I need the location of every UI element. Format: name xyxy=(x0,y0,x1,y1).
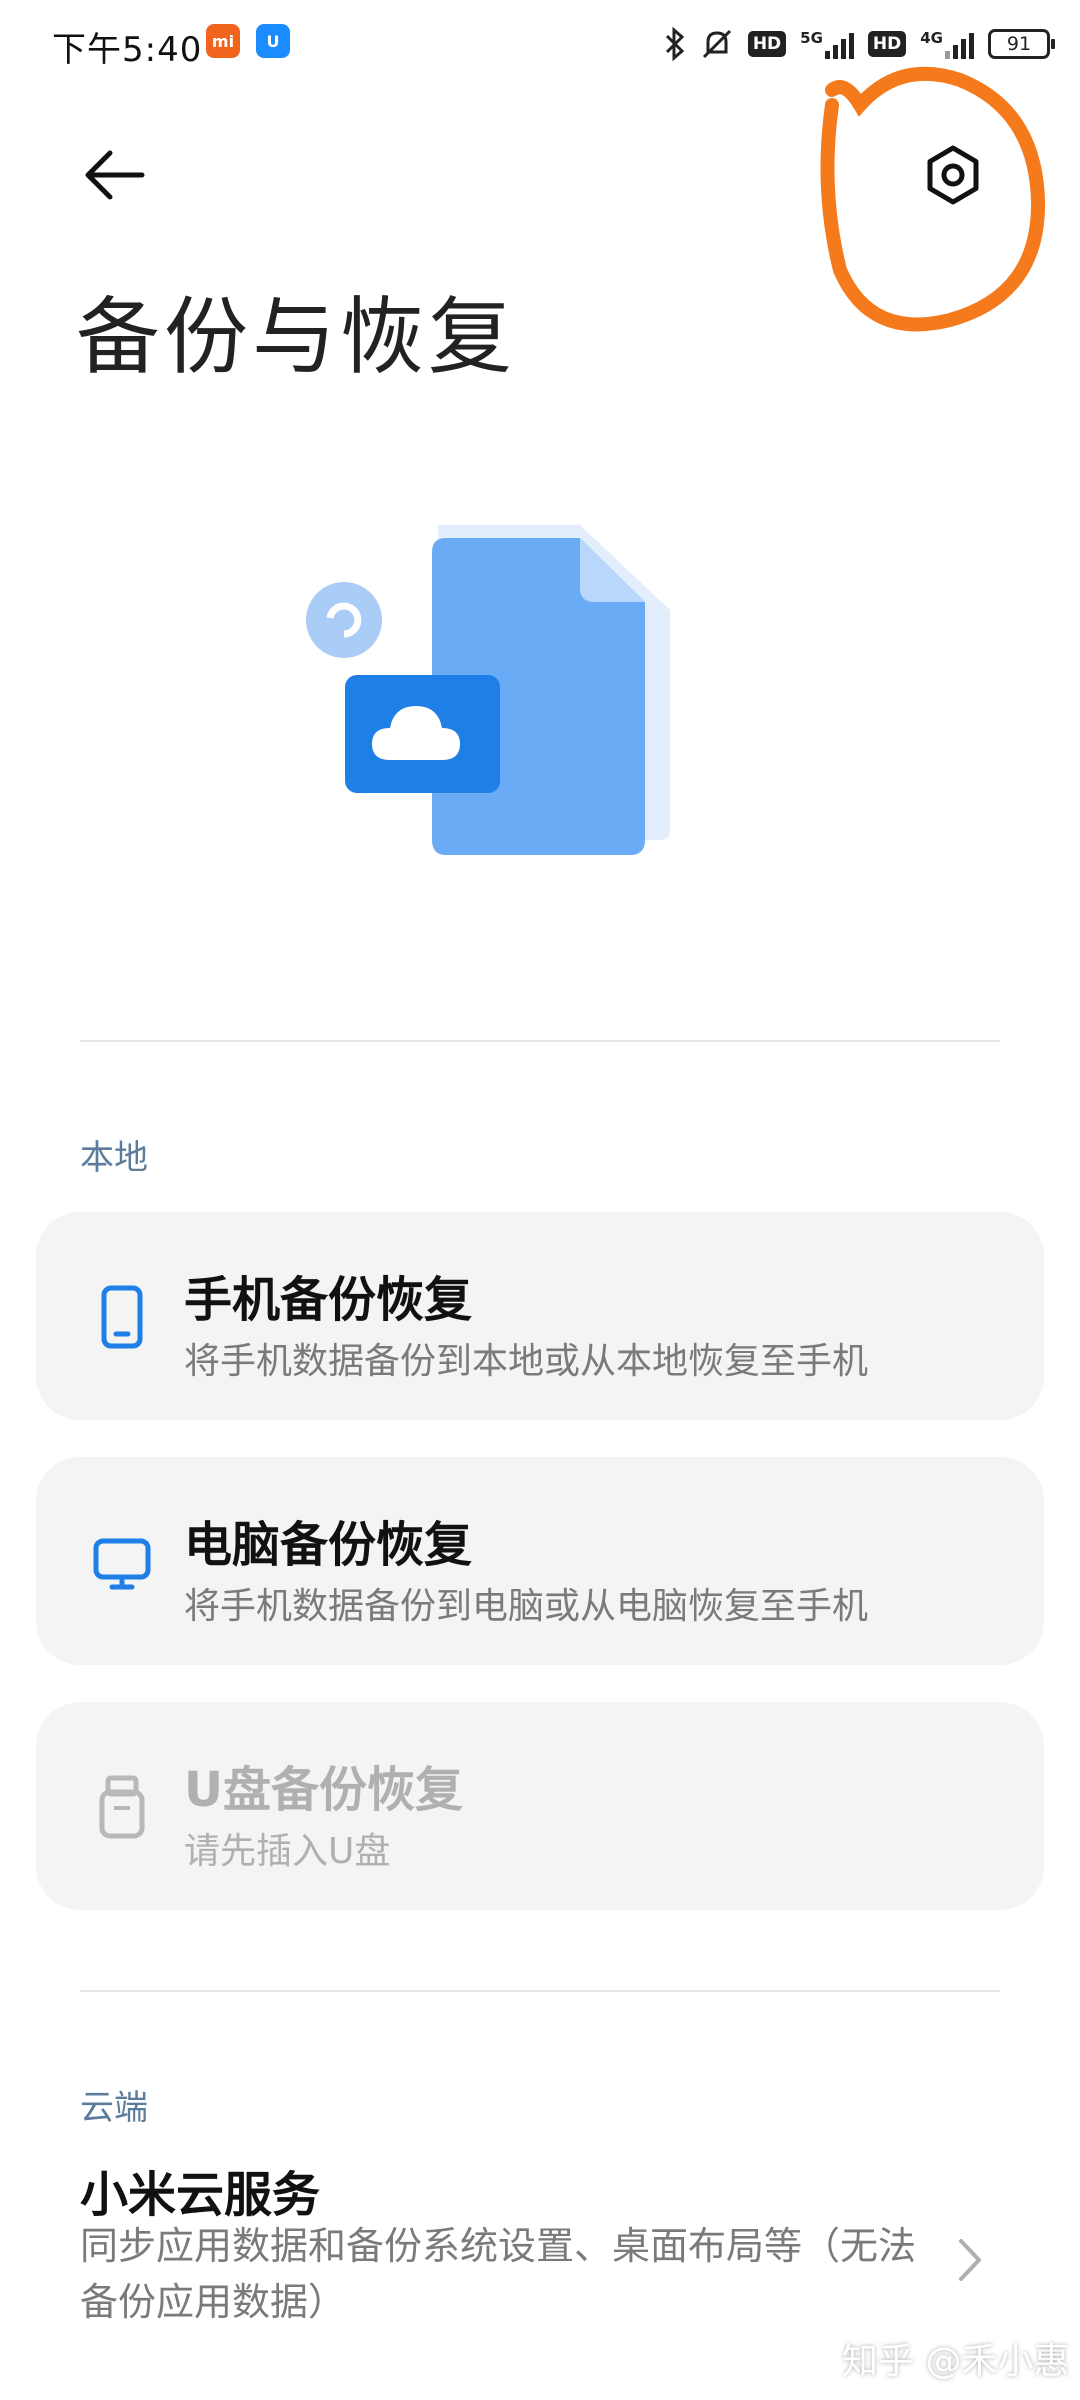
card-title: 手机备份恢复 xyxy=(184,1272,473,1328)
section-label-local: 本地 xyxy=(80,1138,148,1178)
back-arrow-icon[interactable] xyxy=(80,145,150,205)
hd-badge: HD xyxy=(747,31,787,57)
phone-icon xyxy=(101,1285,143,1349)
computer-backup-card[interactable]: 电脑备份恢复 将手机数据备份到电脑或从电脑恢复至手机 xyxy=(36,1457,1044,1665)
chevron-right-icon[interactable] xyxy=(955,2235,985,2285)
status-time: 下午5:40 xyxy=(52,30,203,70)
mi-cloud-title[interactable]: 小米云服务 xyxy=(80,2155,320,2225)
watermark: 知乎 @禾小惠 xyxy=(842,2341,1070,2382)
orange-circle-annotation xyxy=(820,66,1046,332)
bluetooth-icon xyxy=(665,27,685,61)
computer-icon xyxy=(93,1538,151,1590)
section-label-cloud: 云端 xyxy=(80,2088,148,2128)
backup-illustration xyxy=(306,525,670,855)
card-title: 电脑备份恢复 xyxy=(184,1517,473,1573)
card-subtitle: 请先插入U盘 xyxy=(184,1831,391,1872)
card-subtitle: 将手机数据备份到本地或从本地恢复至手机 xyxy=(184,1341,869,1382)
divider-2 xyxy=(80,1990,1000,1992)
mi-app-notification-icon: mi xyxy=(206,24,240,58)
card-subtitle: 将手机数据备份到电脑或从电脑恢复至手机 xyxy=(184,1586,869,1627)
card-title: U盘备份恢复 xyxy=(184,1762,463,1818)
divider xyxy=(80,1040,1000,1042)
app-notification-icon: U xyxy=(256,24,290,58)
mi-cloud-subtitle: 同步应用数据和备份系统设置、桌面布局等（无法备份应用数据） xyxy=(80,2224,917,2324)
page-title: 备份与恢复 xyxy=(76,288,517,386)
usb-drive-icon xyxy=(99,1775,145,1839)
usb-backup-card: U盘备份恢复 请先插入U盘 xyxy=(36,1702,1044,1910)
mute-bell-icon xyxy=(702,29,731,59)
phone-backup-card[interactable]: 手机备份恢复 将手机数据备份到本地或从本地恢复至手机 xyxy=(36,1212,1044,1420)
